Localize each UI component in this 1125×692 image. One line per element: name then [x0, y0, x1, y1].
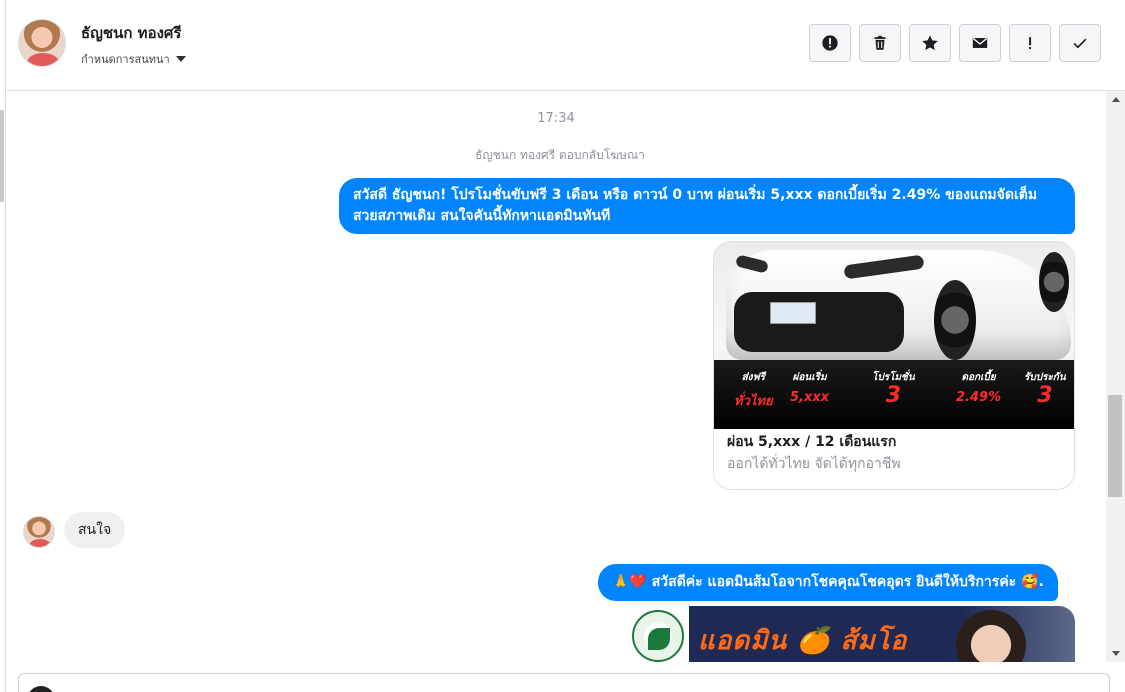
- conversation-settings-label: กำหนดการสนทนา: [81, 53, 170, 66]
- ad-card[interactable]: ส่งฟรี ทั่วไทย ผ่อนเริ่ม 5,xxx โปรโมชั่น…: [713, 241, 1075, 490]
- incoming-message[interactable]: สนใจ: [64, 512, 126, 548]
- conversation-toolbar: [809, 24, 1101, 62]
- scroll-up-button[interactable]: [1106, 91, 1125, 108]
- scroll-thumb[interactable]: [1108, 395, 1122, 497]
- ad-reply-note: ธัญชนก ทองศรี ตอบกลับโฆษณา: [475, 148, 645, 162]
- dealer-logo: [632, 610, 684, 662]
- admin-photo: [956, 610, 1026, 662]
- ad-card-title: ผ่อน 5,xxx / 12 เดือนแรก: [727, 434, 897, 450]
- banner-text: แอดมิน 🍊 ส้มโอ: [698, 626, 908, 656]
- promo-item: ดอกเบี้ย 2.49%: [956, 372, 1002, 405]
- outgoing-message[interactable]: 🙏❤️ สวัสดีค่ะ แอดมินส้มโอจากโชคคุณโชคอุด…: [598, 564, 1058, 601]
- promo-item: รับประกัน 3: [1024, 372, 1066, 408]
- message-composer[interactable]: [18, 673, 1110, 692]
- scroll-down-button[interactable]: [1106, 645, 1125, 662]
- report-icon: [822, 35, 838, 51]
- contact-avatar[interactable]: [18, 19, 66, 67]
- delete-button[interactable]: [859, 24, 901, 62]
- left-scroll-thumb[interactable]: [0, 110, 4, 202]
- mark-done-button[interactable]: [1059, 24, 1101, 62]
- envelope-icon: [972, 37, 988, 48]
- arrow-up-icon: [1111, 97, 1120, 102]
- thread-scrollbar[interactable]: [1106, 91, 1125, 662]
- promo-item: ผ่อนเริ่ม 5,xxx: [790, 372, 830, 405]
- outgoing-message[interactable]: สวัสดี ธัญชนก! โปรโมชั่นขับฟรี 3 เดือน ห…: [339, 178, 1075, 234]
- checkmark-icon: [1073, 38, 1087, 49]
- message-thread: 17:34 ธัญชนก ทองศรี ตอบกลับโฆษณา สวัสดี …: [6, 92, 1106, 662]
- mark-unread-button[interactable]: [959, 24, 1001, 62]
- report-spam-button[interactable]: [809, 24, 851, 62]
- ad-card-image: ส่งฟรี ทั่วไทย ผ่อนเริ่ม 5,xxx โปรโมชั่น…: [714, 242, 1074, 429]
- time-separator: 17:34: [537, 111, 575, 126]
- promo-band: ส่งฟรี ทั่วไทย ผ่อนเริ่ม 5,xxx โปรโมชั่น…: [714, 360, 1074, 429]
- exclamation-icon: [1029, 37, 1032, 50]
- star-icon: [922, 35, 938, 51]
- promo-item: โปรโมชั่น 3: [872, 372, 915, 408]
- ad-card-subtitle: ออกได้ทั่วไทย จัดได้ทุกอาชีพ: [727, 456, 901, 472]
- contact-avatar-small[interactable]: [23, 516, 55, 548]
- caret-down-icon: [175, 56, 186, 62]
- trash-icon: [874, 35, 886, 50]
- page-avatar: [27, 686, 55, 692]
- conversation-settings-dropdown[interactable]: กำหนดการสนทนา: [81, 50, 186, 68]
- star-button[interactable]: [909, 24, 951, 62]
- conversation-header: ธัญชนก ทองศรี กำหนดการสนทนา: [6, 0, 1125, 91]
- arrow-down-icon: [1111, 651, 1120, 656]
- contact-name[interactable]: ธัญชนก ทองศรี: [81, 21, 181, 45]
- promo-item: ส่งฟรี ทั่วไทย: [734, 372, 773, 409]
- flag-button[interactable]: [1009, 24, 1051, 62]
- admin-banner-image[interactable]: แอดมิน 🍊 ส้มโอ: [626, 606, 1075, 662]
